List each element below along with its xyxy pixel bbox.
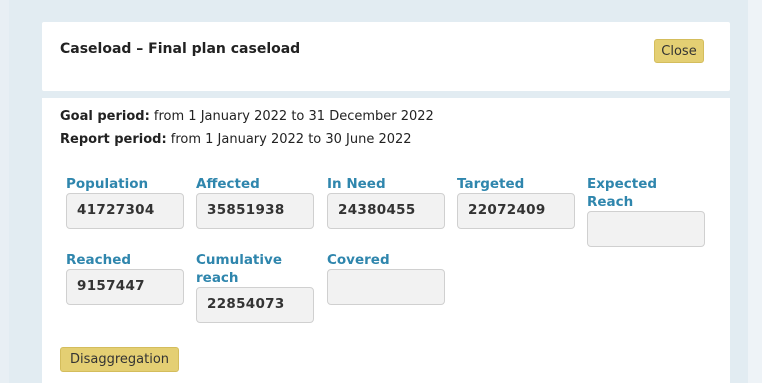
in-need-field: In Need 24380455 [327,175,445,229]
cumulative-reach-label: Cumulative reach [196,252,282,286]
expected-reach-label: Expected Reach [587,176,658,210]
modal-title: Caseload – Final plan caseload [60,41,301,57]
expected-reach-field: Expected Reach [587,175,705,247]
targeted-field: Targeted 22072409 [457,175,575,229]
population-field: Population 41727304 [66,175,184,229]
close-button[interactable]: Close [654,39,704,63]
goal-period-label: Goal period: [60,109,150,124]
in-need-label: In Need [327,176,386,192]
reached-field: Reached 9157447 [66,251,184,305]
report-period-label: Report period: [60,132,167,147]
goal-period-value: from 1 January 2022 to 31 December 2022 [149,109,434,124]
covered-label: Covered [327,252,390,268]
report-period: Report period: from 1 January 2022 to 30… [60,132,412,147]
in-need-input[interactable]: 24380455 [327,193,445,229]
modal-body: Goal period: from 1 January 2022 to 31 D… [42,98,730,383]
affected-label: Affected [196,176,260,192]
reached-label: Reached [66,252,132,268]
expected-reach-input[interactable] [587,211,705,247]
targeted-label: Targeted [457,176,525,192]
reached-input[interactable]: 9157447 [66,269,184,305]
modal-header: Caseload – Final plan caseload Close [42,22,730,91]
covered-field: Covered [327,251,445,305]
cumulative-reach-input[interactable]: 22854073 [196,287,314,323]
affected-field: Affected 35851938 [196,175,314,229]
population-label: Population [66,176,149,192]
population-input[interactable]: 41727304 [66,193,184,229]
report-period-value: from 1 January 2022 to 30 June 2022 [166,132,412,147]
page-backdrop-right [748,0,762,383]
targeted-input[interactable]: 22072409 [457,193,575,229]
page-backdrop-left [0,0,9,383]
goal-period: Goal period: from 1 January 2022 to 31 D… [60,109,434,124]
affected-input[interactable]: 35851938 [196,193,314,229]
disaggregation-button[interactable]: Disaggregation [60,347,179,372]
cumulative-reach-field: Cumulative reach 22854073 [196,251,314,323]
covered-input[interactable] [327,269,445,305]
